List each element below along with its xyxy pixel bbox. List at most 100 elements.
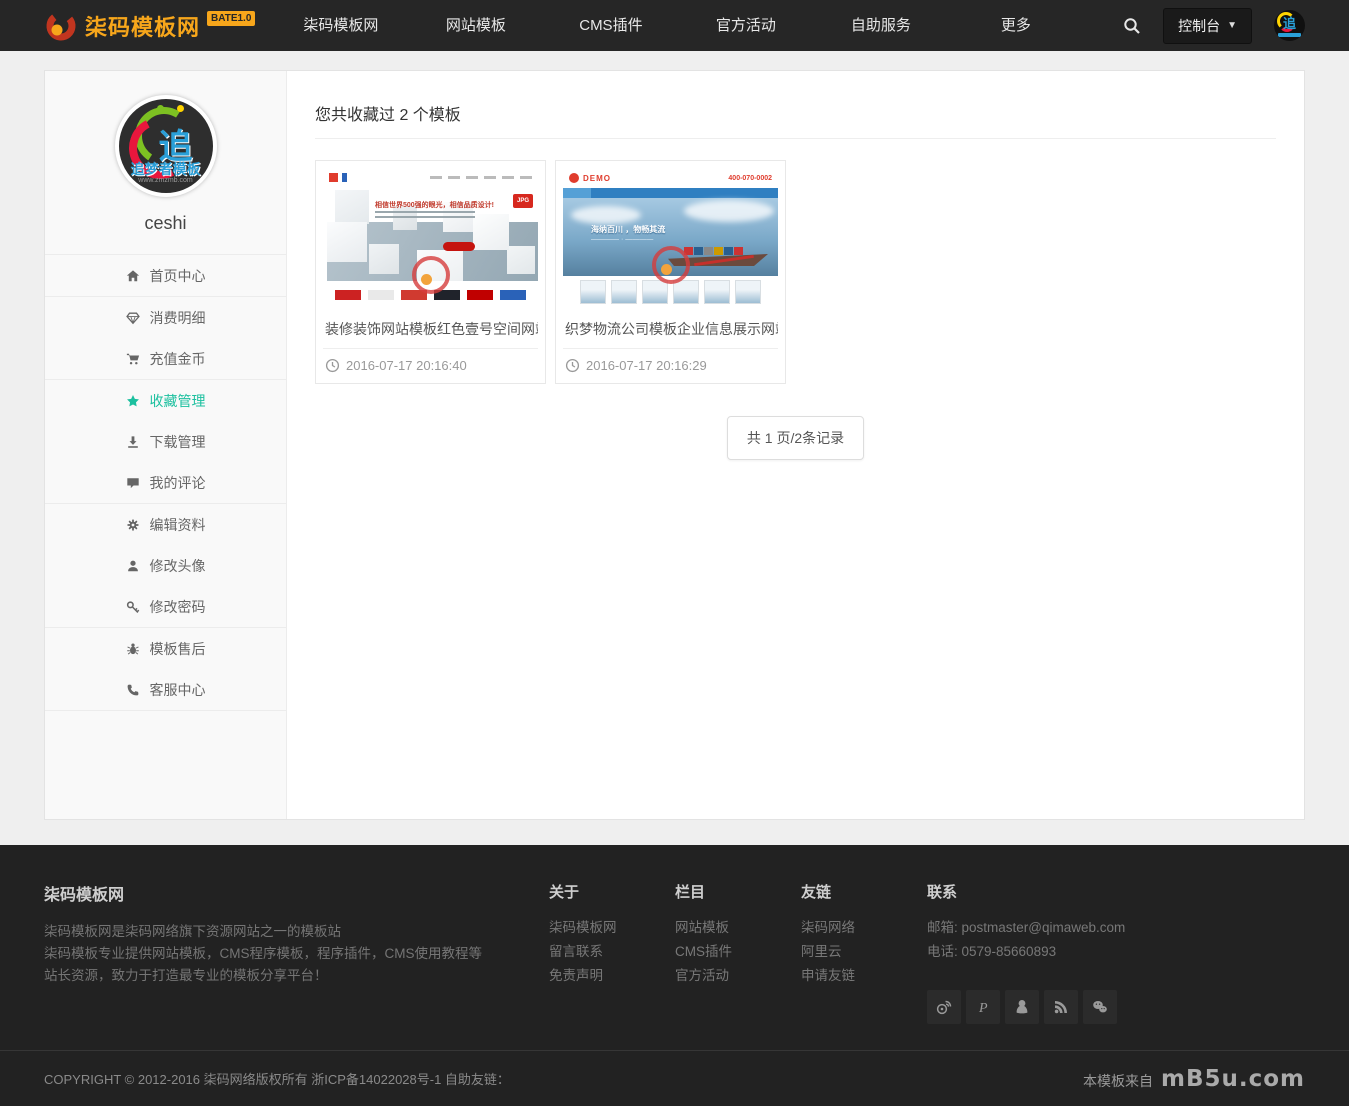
rss-icon[interactable]	[1044, 990, 1078, 1024]
nav-item-cms-plugins[interactable]: CMS插件	[543, 0, 678, 51]
thumb-header	[323, 168, 538, 186]
sidebar-item-template-support[interactable]: 模板售后	[45, 628, 286, 669]
template-title[interactable]: 织梦物流公司模板企业信息展示网站...	[563, 308, 778, 349]
sidebar-item-change-password[interactable]: 修改密码	[45, 586, 286, 627]
pagination: 共 1 页/2条记录	[315, 416, 1276, 460]
sidebar-item-label: 首页中心	[150, 266, 206, 286]
sidebar-item-label: 编辑资料	[150, 515, 206, 535]
gallery-chip	[580, 280, 606, 304]
footer-column-about: 关于 柒码模板网 留言联系 免责声明	[549, 881, 675, 1024]
nav-item-activities[interactable]: 官方活动	[678, 0, 813, 51]
clock-icon	[325, 358, 340, 373]
brand-logo[interactable]: 柒码模板网 BATE1.0	[44, 9, 255, 43]
sidebar-item-home-center[interactable]: 首页中心	[45, 255, 286, 296]
footer-link[interactable]: 申请友链	[801, 964, 927, 988]
contact-email: 邮箱: postmaster@qimaweb.com	[927, 916, 1305, 940]
footer-link[interactable]: 网站模板	[675, 916, 801, 940]
thumb-logo	[342, 173, 347, 182]
sidebar-menu: 首页中心 消费明细 充值金币 收藏管理	[45, 254, 286, 711]
site-footer: 柒码模板网 柒码模板网是柒码网络旗下资源网站之一的模板站 柒码模板专业提供网站模…	[0, 845, 1349, 1106]
favorites-panel: 您共收藏过 2 个模板 相信世界500强的眼光，相信品质设计! JPG	[287, 71, 1304, 819]
favorite-timestamp: 2016-07-17 20:16:40	[323, 349, 538, 376]
pagination-summary: 共 1 页/2条记录	[727, 416, 864, 460]
brand-chip	[368, 290, 394, 300]
sidebar-item-favorites[interactable]: 收藏管理	[45, 380, 286, 421]
thumb-nav	[430, 176, 532, 179]
bug-icon	[126, 642, 140, 656]
beta-badge: BATE1.0	[207, 11, 255, 26]
timestamp-text: 2016-07-17 20:16:29	[586, 358, 707, 373]
wechat-icon[interactable]	[1083, 990, 1117, 1024]
footer-link[interactable]: 柒码模板网	[549, 916, 675, 940]
brand-chip	[500, 290, 526, 300]
user-sidebar: 追 追梦者模板 www.zmzmb.com ceshi 首页中心 消费明细	[45, 71, 287, 819]
template-title[interactable]: 装修装饰网站模板红色壹号空间网站...	[323, 308, 538, 349]
top-navbar: 柒码模板网 BATE1.0 柒码模板网 网站模板 CMS插件 官方活动 自助服务…	[0, 0, 1349, 51]
footer-link[interactable]: 柒码网络	[801, 916, 927, 940]
nav-item-self-service[interactable]: 自助服务	[813, 0, 948, 51]
gallery-chip	[704, 280, 730, 304]
nav-item-templates[interactable]: 网站模板	[408, 0, 543, 51]
cloud-shape	[571, 206, 641, 224]
nav-item-more[interactable]: 更多	[948, 0, 1083, 51]
sidebar-item-service-center[interactable]: 客服中心	[45, 669, 286, 710]
pinterest-icon[interactable]: P	[966, 990, 1000, 1024]
thumb-subtext	[375, 211, 475, 221]
footer-link[interactable]: CMS插件	[675, 940, 801, 964]
gallery-chip	[735, 280, 761, 304]
footer-link[interactable]: 留言联系	[549, 940, 675, 964]
comment-icon	[126, 476, 140, 490]
brand-name: 柒码模板网	[85, 10, 200, 42]
sidebar-item-edit-profile[interactable]: 编辑资料	[45, 504, 286, 545]
thumb-nav	[563, 188, 778, 198]
template-card: DEMO 400-070-0002 海纳百川 ，物畅其流 ———— · ————	[555, 160, 786, 384]
weibo-icon[interactable]	[927, 990, 961, 1024]
brand-chip	[467, 290, 493, 300]
page-body: 追 追梦者模板 www.zmzmb.com ceshi 首页中心 消费明细	[0, 51, 1349, 845]
nav-item-home[interactable]: 柒码模板网	[273, 0, 408, 51]
template-thumbnail[interactable]: DEMO 400-070-0002 海纳百川 ，物畅其流 ———— · ————	[563, 168, 778, 308]
console-dropdown-button[interactable]: 控制台 ▼	[1163, 8, 1252, 44]
sidebar-item-label: 模板售后	[150, 639, 206, 659]
footer-description-line: 柒码模板网是柒码网络旗下资源网站之一的模板站	[44, 921, 489, 943]
sidebar-item-label: 客服中心	[150, 680, 206, 700]
user-avatar-large[interactable]: 追 追梦者模板 www.zmzmb.com	[115, 95, 217, 197]
sidebar-item-my-comments[interactable]: 我的评论	[45, 462, 286, 503]
template-credit[interactable]: 本模板来自 mB5u.com	[1083, 1066, 1305, 1092]
footer-column-sections: 栏目 网站模板 CMS插件 官方活动	[675, 881, 801, 1024]
avatar-dot	[157, 105, 164, 112]
mb5u-logo: mB5u.com	[1161, 1066, 1305, 1092]
sidebar-item-recharge-coins[interactable]: 充值金币	[45, 338, 286, 379]
user-avatar-small[interactable]: 追	[1274, 10, 1305, 41]
watermark-logo	[412, 256, 450, 294]
phone-icon	[126, 683, 140, 697]
container-stack	[684, 247, 743, 255]
sidebar-item-label: 修改头像	[150, 556, 206, 576]
cart-icon	[126, 352, 140, 366]
search-icon[interactable]	[1123, 17, 1141, 35]
qq-icon[interactable]	[1005, 990, 1039, 1024]
footer-link[interactable]: 官方活动	[675, 964, 801, 988]
brand-chip	[335, 290, 361, 300]
sidebar-item-label: 消费明细	[150, 308, 206, 328]
sidebar-item-change-avatar[interactable]: 修改头像	[45, 545, 286, 586]
sidebar-item-label: 我的评论	[150, 473, 206, 493]
sidebar-item-downloads[interactable]: 下载管理	[45, 421, 286, 462]
thumb-slogan: 相信世界500强的眼光，相信品质设计!	[375, 200, 494, 210]
thumb-slogan: 海纳百川 ，物畅其流	[591, 224, 665, 235]
footer-link[interactable]: 免责声明	[549, 964, 675, 988]
footer-column-title: 友链	[801, 881, 927, 902]
template-thumbnail[interactable]: 相信世界500强的眼光，相信品质设计! JPG	[323, 168, 538, 308]
favorites-list: 相信世界500强的眼光，相信品质设计! JPG	[315, 160, 1276, 384]
footer-link[interactable]: 阿里云	[801, 940, 927, 964]
diamond-icon	[126, 311, 140, 325]
sidebar-item-label: 下载管理	[150, 432, 206, 452]
sidebar-item-label: 收藏管理	[150, 391, 206, 411]
sidebar-item-spending-details[interactable]: 消费明细	[45, 297, 286, 338]
star-icon	[126, 394, 140, 408]
username: ceshi	[45, 213, 286, 234]
home-icon	[126, 269, 140, 283]
contact-phone: 电话: 0579-85660893	[927, 940, 1305, 964]
page-title: 您共收藏过 2 个模板	[315, 101, 1276, 139]
cloud-shape	[684, 200, 774, 222]
